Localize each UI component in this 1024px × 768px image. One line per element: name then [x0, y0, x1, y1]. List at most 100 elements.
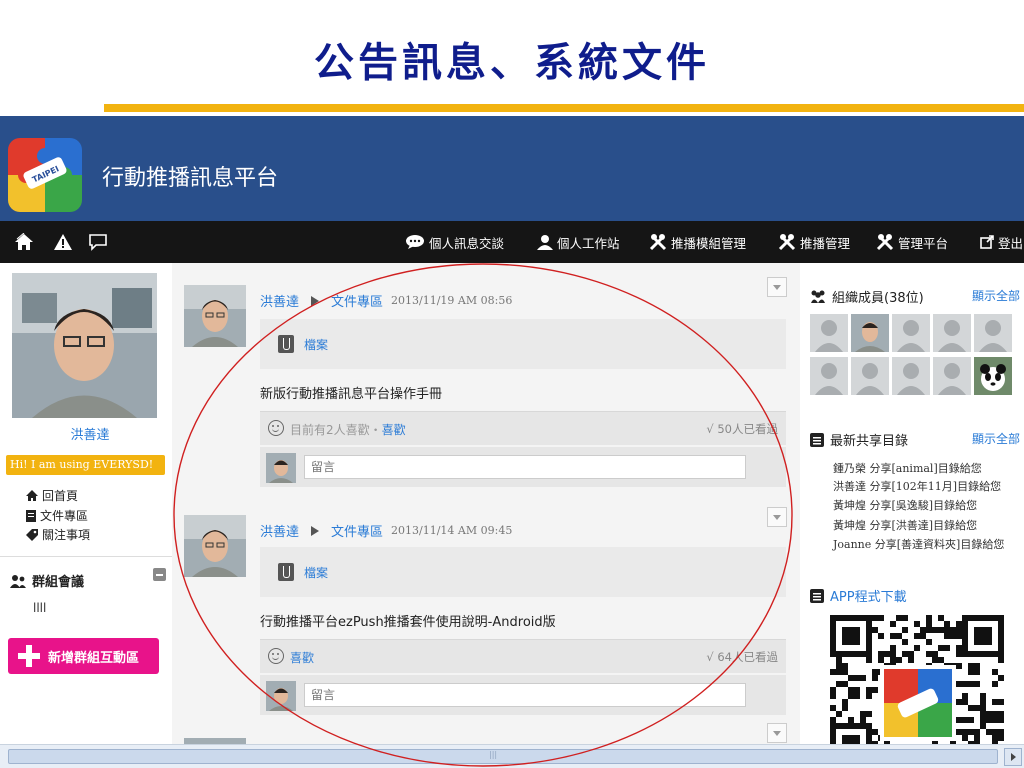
slide-title: 公告訊息、系統文件	[314, 39, 710, 86]
like-summary: 目前有2人喜歡・喜歡	[290, 421, 406, 438]
nav-item-label: 推播模組管理	[671, 235, 747, 251]
post-options-dropdown[interactable]	[767, 277, 787, 297]
post-author[interactable]: 洪善達	[260, 521, 299, 540]
post-feed: 洪善達 文件專區 2013/11/19 AM 08:56 檔案 新版行動推播訊息…	[172, 263, 800, 768]
post-timestamp: 2013/11/19 AM 08:56	[391, 294, 513, 307]
view-count: √ 50人已看過	[706, 422, 778, 436]
post-timestamp: 2013/11/14 AM 09:45	[391, 524, 513, 537]
like-count-text: 目前有2人喜歡・	[290, 423, 382, 437]
member-avatar[interactable]	[974, 357, 1012, 395]
like-link[interactable]: 喜歡	[290, 651, 314, 665]
attachment-label[interactable]: 檔案	[304, 336, 328, 353]
member-avatar[interactable]	[810, 314, 848, 352]
comment-input[interactable]	[304, 683, 746, 707]
member-avatar[interactable]	[933, 357, 971, 395]
shares-show-all-link[interactable]: 顯示全部	[972, 430, 1020, 447]
divider	[0, 556, 172, 557]
nav-item-push-admin[interactable]: 推播管理	[778, 221, 850, 263]
scroll-right-arrow-icon[interactable]	[1004, 748, 1022, 766]
nav-item-label: 管理平台	[898, 235, 949, 251]
top-navbar: 個人訊息交談 個人工作站 推播模組管理 推播管理 管理平台 登出	[0, 221, 1024, 263]
message-icon[interactable]	[88, 232, 108, 252]
member-avatar[interactable]	[974, 314, 1012, 352]
like-summary: 喜歡	[290, 649, 314, 666]
link-label: 關注事項	[42, 528, 91, 542]
post-author[interactable]: 洪善達	[260, 291, 299, 310]
member-avatar[interactable]	[892, 314, 930, 352]
app-window: TAIPEI 行動推播訊息平台 個人訊息交談 個人工作站 推播模組管理 推播管理…	[0, 116, 1024, 768]
share-item[interactable]: 黃坤煌 分享[吳逸駿]目錄給您	[833, 497, 977, 513]
member-avatar[interactable]	[892, 357, 930, 395]
link-home[interactable]: 回首頁	[26, 487, 78, 504]
share-item[interactable]: 鍾乃榮 分享[animal]目錄給您	[833, 460, 982, 476]
group-section-header: 群組會議	[10, 571, 84, 590]
slide-divider	[104, 104, 1024, 112]
member-avatar[interactable]	[851, 357, 889, 395]
post-header: 洪善達 文件專區 2013/11/14 AM 09:45	[260, 521, 512, 540]
nav-item-module-admin[interactable]: 推播模組管理	[649, 221, 746, 263]
members-show-all-link[interactable]: 顯示全部	[972, 287, 1020, 304]
nav-item-label: 推播管理	[800, 235, 851, 251]
post-author-avatar[interactable]	[184, 285, 246, 347]
taipei-messenger-logo[interactable]: TAIPEI	[8, 138, 82, 212]
home-icon	[26, 490, 38, 501]
nav-item-management[interactable]: 管理平台	[876, 221, 948, 263]
paperclip-icon	[278, 335, 294, 353]
member-avatar[interactable]	[933, 314, 971, 352]
tools-icon	[649, 234, 667, 251]
members-title: 組織成員(38位)	[832, 291, 924, 306]
nav-item-logout[interactable]: 登出	[980, 221, 1023, 263]
nav-item-label: 登出	[998, 235, 1024, 251]
share-item[interactable]: Joanne 分享[善達資料夾]目錄給您	[833, 536, 1004, 552]
profile-name[interactable]: 洪善達	[0, 424, 180, 443]
document-icon	[26, 509, 36, 522]
arrow-right-icon	[311, 295, 320, 306]
new-group-button[interactable]: 新增群組互動區	[8, 638, 159, 674]
profile-avatar[interactable]	[12, 273, 157, 418]
nav-item-label: 個人訊息交談	[429, 235, 505, 251]
right-sidebar: 組織成員(38位) 顯示全部 最新共享目錄 顯示全部 鍾乃榮 分享[animal…	[800, 263, 1024, 768]
post-area[interactable]: 文件專區	[331, 521, 383, 540]
member-avatar[interactable]	[810, 357, 848, 395]
share-item[interactable]: 洪善達 分享[102年11月]目錄給您	[833, 478, 1001, 494]
link-watchlist[interactable]: 關注事項	[26, 526, 90, 543]
post-body: 行動推播平台ezPush推播套件使用說明-Android版	[260, 615, 556, 630]
post-header: 洪善達 文件專區 2013/11/19 AM 08:56	[260, 291, 512, 310]
member-avatar[interactable]	[851, 314, 889, 352]
group-icon	[10, 574, 26, 588]
person-icon	[537, 235, 553, 250]
smiley-icon	[268, 648, 284, 664]
home-icon[interactable]	[14, 232, 34, 252]
post-attachment[interactable]: 檔案	[260, 319, 786, 369]
post-attachment[interactable]: 檔案	[260, 547, 786, 597]
post-options-dropdown[interactable]	[767, 723, 787, 743]
nav-item-chat[interactable]: 個人訊息交談	[405, 221, 504, 263]
comment-input[interactable]	[304, 455, 746, 479]
warning-icon[interactable]	[53, 232, 73, 252]
chat-bubble-icon	[406, 235, 424, 249]
members-header: 組織成員(38位)	[810, 287, 924, 306]
nav-item-label: 個人工作站	[557, 235, 620, 251]
app-download-label: APP程式下載	[830, 590, 907, 605]
post-options-dropdown[interactable]	[767, 507, 787, 527]
horizontal-scrollbar[interactable]	[0, 744, 1024, 768]
plus-icon	[18, 645, 40, 667]
share-item[interactable]: 黃坤煌 分享[洪善達]目錄給您	[833, 517, 977, 533]
attachment-label[interactable]: 檔案	[304, 564, 328, 581]
scrollbar-thumb[interactable]	[8, 749, 998, 764]
app-download-link[interactable]: APP程式下載	[810, 586, 907, 605]
link-documents[interactable]: 文件專區	[26, 507, 88, 524]
qr-code[interactable]	[830, 615, 1006, 765]
tools-icon	[778, 234, 796, 251]
post-author-avatar[interactable]	[184, 515, 246, 577]
group-item[interactable]: llll	[33, 601, 46, 615]
comment-bar	[260, 675, 786, 715]
new-group-label: 新增群組互動區	[48, 650, 140, 666]
like-link[interactable]: 喜歡	[382, 423, 406, 437]
comment-avatar	[266, 453, 296, 483]
collapse-button[interactable]	[153, 568, 166, 581]
app-banner: TAIPEI 行動推播訊息平台	[0, 116, 1024, 221]
shares-title: 最新共享目錄	[830, 434, 909, 449]
nav-item-workstation[interactable]: 個人工作站	[537, 221, 620, 263]
post-area[interactable]: 文件專區	[331, 291, 383, 310]
